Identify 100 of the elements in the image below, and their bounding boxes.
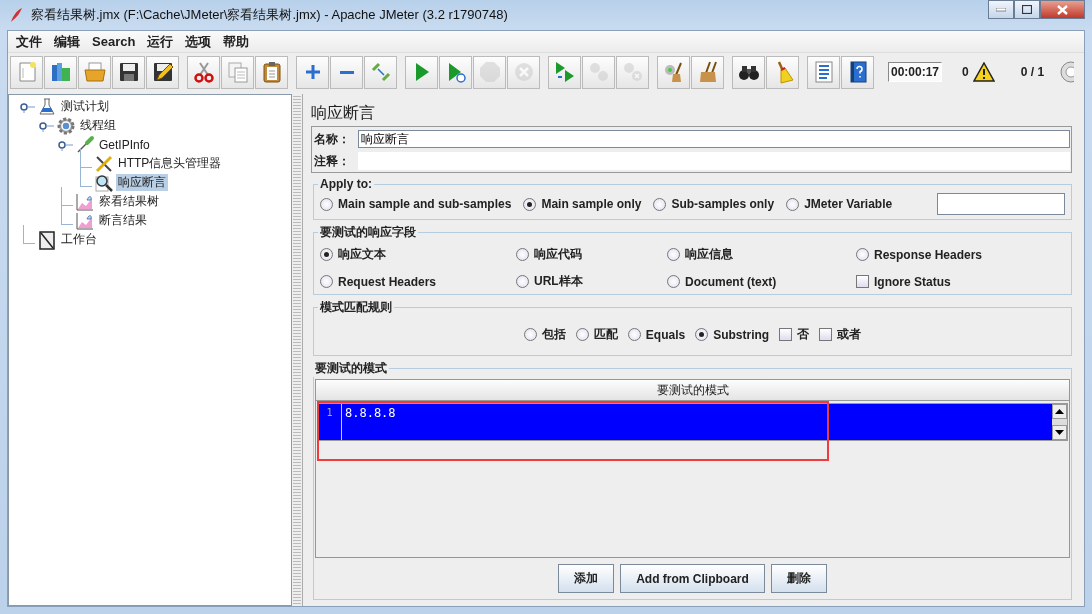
action-button[interactable]: 删除 bbox=[770, 564, 827, 593]
option-label[interactable]: 响应代码 bbox=[534, 246, 582, 263]
checkbox[interactable] bbox=[779, 328, 793, 341]
close-button[interactable] bbox=[1040, 0, 1085, 19]
radio-button[interactable] bbox=[667, 248, 680, 261]
radio-button[interactable] bbox=[786, 197, 800, 211]
menu-item[interactable]: 选项 bbox=[179, 32, 218, 51]
minimize-icon bbox=[996, 7, 1006, 12]
scrollbar[interactable] bbox=[1052, 404, 1067, 440]
tree-toggle-icon[interactable] bbox=[57, 138, 73, 151]
checkbox[interactable] bbox=[819, 328, 833, 341]
radio-button[interactable] bbox=[695, 328, 709, 341]
tree-toggle-icon[interactable] bbox=[19, 100, 35, 113]
radio-button[interactable] bbox=[856, 248, 869, 261]
toolbar-button[interactable] bbox=[732, 55, 765, 89]
field-label: 注释： bbox=[314, 152, 351, 170]
scroll-down-icon[interactable] bbox=[1052, 425, 1067, 440]
chart-icon bbox=[75, 210, 95, 231]
option-label[interactable]: Main sample only bbox=[541, 197, 642, 211]
tree-toggle-icon[interactable] bbox=[38, 119, 54, 132]
chart-icon bbox=[75, 191, 95, 212]
maximize-button[interactable] bbox=[1014, 0, 1040, 19]
thread-count: 0 / 1 bbox=[1020, 65, 1045, 79]
field-label: 名称： bbox=[314, 130, 351, 148]
option-label[interactable]: JMeter Variable bbox=[804, 197, 893, 211]
option-label[interactable]: Equals bbox=[645, 327, 686, 342]
option-label[interactable]: 或者 bbox=[837, 326, 862, 343]
menu-item[interactable]: 编辑 bbox=[48, 32, 86, 51]
group-title: 要测试的响应字段 bbox=[319, 224, 417, 241]
group-title: 要测试的模式 bbox=[314, 360, 388, 377]
tree-item[interactable]: HTTP信息头管理器 bbox=[116, 155, 224, 172]
group-title: Apply to: bbox=[319, 177, 373, 191]
tree-connector-line bbox=[80, 149, 92, 168]
radio-button[interactable] bbox=[320, 197, 333, 211]
radio-button[interactable] bbox=[667, 275, 680, 288]
option-label[interactable]: Ignore Status bbox=[874, 274, 951, 289]
option-label[interactable]: Request Headers bbox=[338, 274, 437, 289]
menu-item[interactable]: 帮助 bbox=[217, 32, 256, 51]
notepad-icon bbox=[37, 229, 57, 250]
comment-field[interactable] bbox=[358, 152, 1070, 170]
tree-item[interactable]: 线程组 bbox=[78, 117, 118, 134]
tree-item[interactable]: 断言结果 bbox=[97, 212, 149, 229]
option-label[interactable]: 响应文本 bbox=[338, 246, 386, 263]
toolbar-button[interactable] bbox=[841, 55, 874, 89]
elapsed-time: 00:00:17 bbox=[888, 62, 943, 82]
option-label[interactable]: Substring bbox=[713, 327, 770, 342]
stop-sign-icon bbox=[477, 60, 502, 84]
tree-item[interactable]: 测试计划 bbox=[59, 98, 111, 115]
tree-item[interactable]: 工作台 bbox=[59, 231, 99, 248]
table-row[interactable]: 1 8.8.8.8 bbox=[317, 403, 1068, 441]
tools-icon bbox=[94, 153, 114, 174]
close-icon bbox=[1057, 4, 1068, 15]
toolbar-button[interactable] bbox=[112, 55, 145, 89]
option-label[interactable]: Sub-samples only bbox=[671, 197, 775, 211]
magnifier-icon bbox=[94, 172, 114, 193]
action-button[interactable]: Add from Clipboard bbox=[620, 564, 765, 593]
radio-button[interactable] bbox=[320, 275, 333, 288]
menu-item[interactable]: 文件 bbox=[10, 32, 48, 51]
checkbox[interactable] bbox=[856, 275, 869, 288]
option-label[interactable]: 否 bbox=[797, 326, 810, 343]
radio-button[interactable] bbox=[320, 248, 333, 261]
scroll-up-icon[interactable] bbox=[1052, 404, 1067, 419]
option-label[interactable]: 响应信息 bbox=[685, 246, 733, 263]
toolbar-button[interactable] bbox=[146, 55, 179, 89]
maximize-icon bbox=[1022, 5, 1032, 14]
option-label[interactable]: URL样本 bbox=[534, 273, 583, 290]
option-label[interactable]: Response Headers bbox=[874, 247, 983, 262]
option-label[interactable]: Main sample and sub-samples bbox=[338, 197, 512, 211]
pattern-text[interactable]: 8.8.8.8 bbox=[342, 404, 1052, 422]
option-label[interactable]: Document (text) bbox=[685, 274, 777, 289]
radio-button[interactable] bbox=[516, 275, 529, 288]
warning-icon[interactable] bbox=[972, 62, 995, 82]
tree-item[interactable]: 察看结果树 bbox=[97, 193, 161, 210]
column-header: 要测试的模式 bbox=[316, 380, 1069, 401]
radio-button[interactable] bbox=[575, 328, 589, 341]
option-label[interactable]: 匹配 bbox=[593, 326, 618, 343]
window-title: 察看结果树.jmx (F:\Cache\JMeter\察看结果树.jmx) - Apache JMeter (3.2 r1790748) bbox=[31, 6, 508, 24]
radio-button[interactable] bbox=[516, 248, 529, 261]
action-button[interactable]: 添加 bbox=[558, 564, 615, 593]
menu-item[interactable]: Search bbox=[86, 34, 142, 49]
minimize-button[interactable] bbox=[988, 0, 1014, 19]
variable-field[interactable] bbox=[937, 193, 1065, 215]
option-label[interactable]: 包括 bbox=[541, 326, 566, 343]
group-title: 模式匹配规则 bbox=[319, 299, 393, 316]
tree-item[interactable]: 响应断言 bbox=[116, 174, 168, 191]
copy-icon bbox=[225, 60, 250, 84]
tree-item[interactable]: GetIPInfo bbox=[97, 137, 152, 152]
radio-button[interactable] bbox=[627, 328, 641, 341]
tree-connector-line bbox=[61, 206, 73, 225]
radio-button[interactable] bbox=[523, 328, 537, 341]
folder-icon bbox=[82, 60, 107, 84]
radio-button[interactable] bbox=[653, 197, 667, 211]
gear-icon bbox=[56, 115, 76, 136]
scissors-icon bbox=[191, 60, 216, 84]
tree-connector-line bbox=[61, 187, 73, 206]
radio-button[interactable] bbox=[523, 197, 537, 211]
feather-icon bbox=[9, 7, 23, 23]
menu-item[interactable]: 运行 bbox=[141, 32, 180, 51]
panel-title: 响应断言 bbox=[311, 103, 376, 123]
name-field[interactable]: 响应断言 bbox=[358, 130, 1070, 148]
